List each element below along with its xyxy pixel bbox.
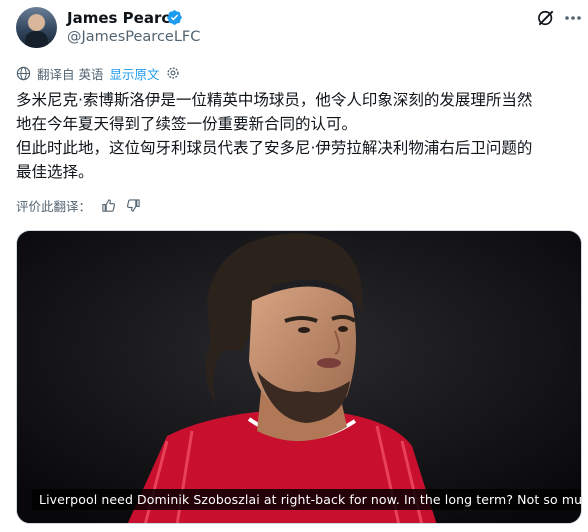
author-handle[interactable]: @JamesPearceLFC xyxy=(67,29,200,45)
translated-from-label: 翻译自 英语 xyxy=(37,66,104,82)
translate-globe-icon xyxy=(16,66,31,80)
settings-gear-icon[interactable] xyxy=(166,66,180,80)
avatar[interactable] xyxy=(16,7,57,48)
thumbs-up-icon[interactable] xyxy=(101,198,116,213)
grok-icon[interactable] xyxy=(536,8,556,28)
translation-bar: 翻译自 英语 显示原文 xyxy=(16,64,180,82)
verified-badge-icon xyxy=(167,10,182,25)
media-caption: Liverpool need Dominik Szoboszlai at rig… xyxy=(32,489,581,510)
tweet-text-line: 多米尼克·索博斯洛伊是一位精英中场球员，他令人印象深刻的发展理所当然 xyxy=(16,91,533,109)
more-icon[interactable] xyxy=(564,14,582,22)
tweet-text-line: 最佳选择。 xyxy=(16,163,94,181)
tweet-text-line: 但此时此地，这位匈牙利球员代表了安多尼·伊劳拉解决利物浦右后卫问题的 xyxy=(16,139,533,157)
thumbs-down-icon[interactable] xyxy=(126,198,141,213)
tweet-media-image[interactable]: Liverpool need Dominik Szoboszlai at rig… xyxy=(16,230,582,524)
show-original-link[interactable]: 显示原文 xyxy=(109,64,159,83)
author-display-name[interactable]: James Pearce xyxy=(67,9,180,27)
tweet-text-line: 地在今年夏天得到了续签一份重要新合同的认可。 xyxy=(16,115,358,133)
tweet-text: 多米尼克·索博斯洛伊是一位精英中场球员，他令人印象深刻的发展理所当然 地在今年夏… xyxy=(16,88,584,184)
player-photo xyxy=(17,231,581,523)
rate-translation-bar: 评价此翻译： xyxy=(16,195,141,215)
rate-translation-label: 评价此翻译： xyxy=(16,198,92,214)
